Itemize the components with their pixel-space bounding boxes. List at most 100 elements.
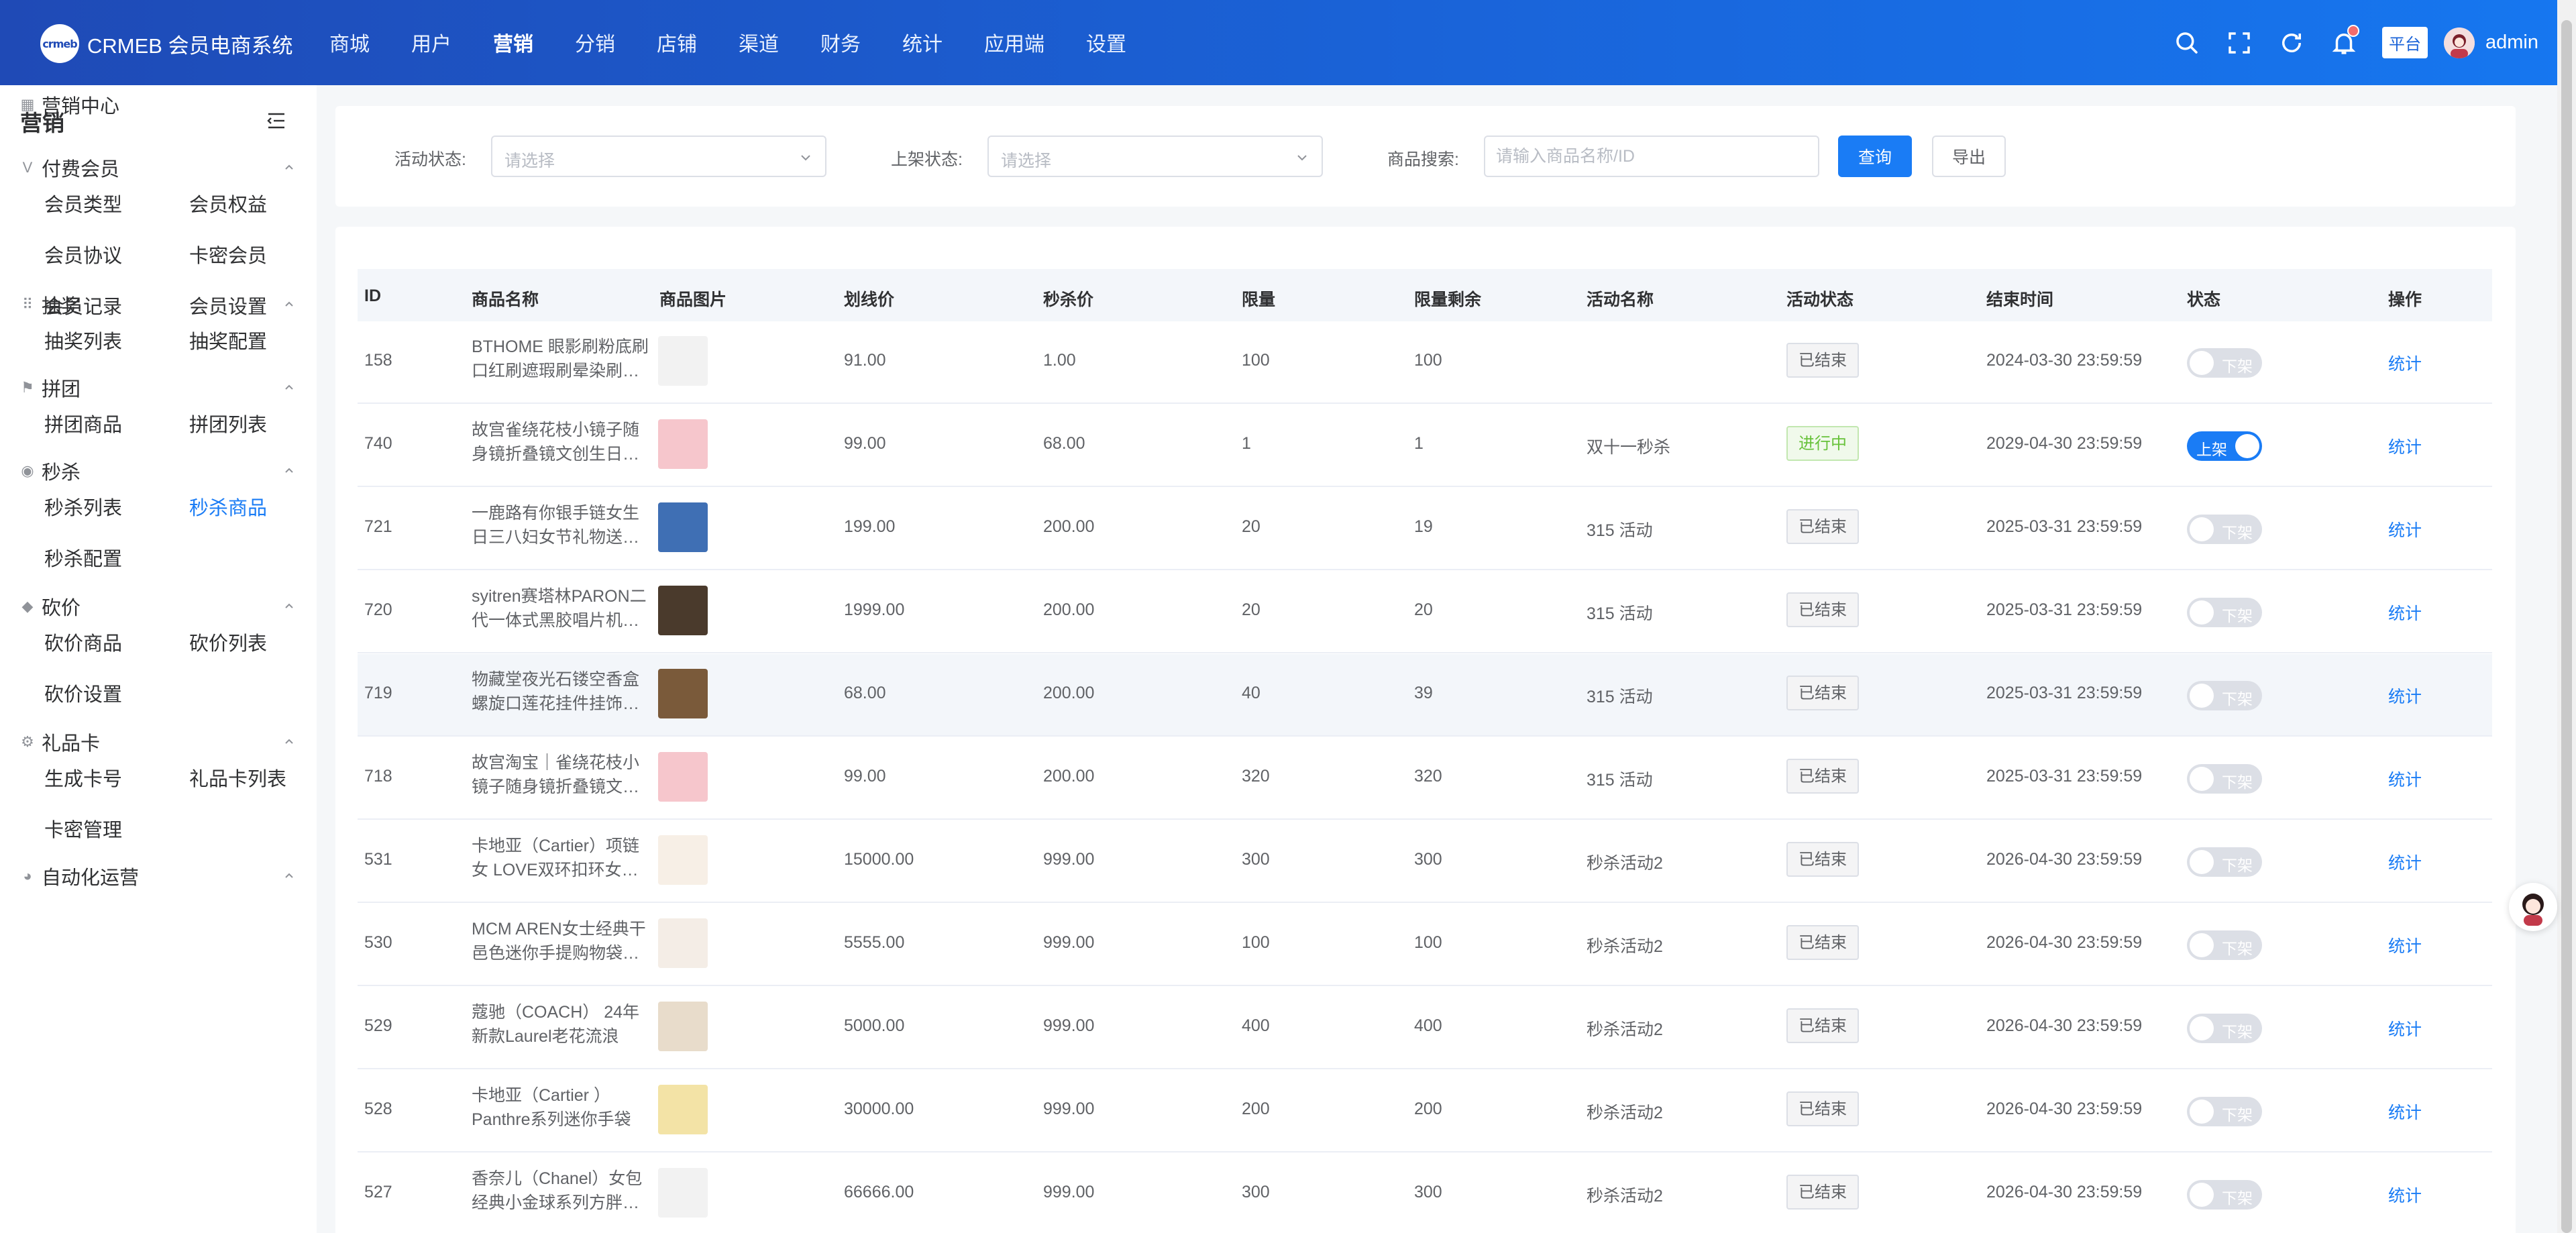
sidebar-item[interactable]: 抽奖配置 (189, 326, 267, 354)
shelf-toggle[interactable]: 下架 (2187, 764, 2262, 794)
nav-item[interactable]: 商城 (309, 0, 390, 85)
admin-name[interactable]: admin (2485, 32, 2538, 54)
stats-link[interactable]: 统计 (2388, 600, 2422, 625)
cell-activity-name: 秒杀活动2 (1587, 1187, 1663, 1205)
stats-link[interactable]: 统计 (2388, 767, 2422, 791)
shelf-toggle[interactable]: 下架 (2187, 930, 2262, 960)
product-thumbnail[interactable] (658, 1002, 708, 1051)
avatar[interactable] (2444, 27, 2475, 58)
product-thumbnail[interactable] (658, 586, 708, 635)
nav-item[interactable]: 财务 (800, 0, 881, 85)
sidebar-item[interactable]: 卡密管理 (44, 814, 122, 843)
product-thumbnail[interactable] (658, 669, 708, 718)
platform-badge[interactable]: 平台 (2382, 27, 2428, 58)
bell-icon[interactable] (2330, 24, 2359, 57)
activity-status-badge: 已结束 (1786, 1008, 1859, 1043)
sidebar-group[interactable]: ◆ 砍价 (20, 589, 297, 624)
fullscreen-icon[interactable] (2225, 29, 2253, 57)
shelf-toggle[interactable]: 下架 (2187, 681, 2262, 710)
sidebar-item[interactable]: 秒杀配置 (44, 543, 122, 572)
sidebar-group[interactable]: ⚑ 拼团 (20, 370, 297, 405)
scrollbar-thumb[interactable] (2561, 20, 2572, 1233)
stats-link[interactable]: 统计 (2388, 684, 2422, 708)
sidebar-group[interactable]: V 付费会员 (20, 150, 297, 185)
sidebar-item[interactable]: 秒杀列表 (44, 492, 122, 521)
sidebar-item[interactable]: 会员权益 (189, 189, 267, 217)
sidebar-item[interactable]: 抽奖列表 (44, 326, 122, 354)
product-thumbnail[interactable] (658, 419, 708, 469)
sidebar-item[interactable]: 生成卡号 (44, 763, 122, 792)
table-row: 720 syitren赛塔林PARON二代一体式黑胶唱片机… 1999.00 200.… (358, 571, 2492, 653)
nav-item[interactable]: 设置 (1065, 0, 1147, 85)
nav-item[interactable]: 用户 (390, 0, 472, 85)
sidebar-item[interactable]: 秒杀商品 (189, 492, 267, 521)
shelf-toggle[interactable]: 下架 (2187, 1097, 2262, 1126)
shelf-toggle[interactable]: 上架 (2187, 431, 2262, 461)
shelf-status-select[interactable]: 请选择 (987, 136, 1323, 177)
product-thumbnail[interactable] (658, 1168, 708, 1218)
cell-limit: 100 (1242, 933, 1270, 952)
refresh-icon[interactable] (2277, 29, 2306, 57)
product-thumbnail[interactable] (658, 918, 708, 968)
nav-item[interactable]: 应用端 (963, 0, 1065, 85)
toggle-label: 下架 (2222, 857, 2253, 874)
sidebar-group[interactable]: ◉ 秒杀 (20, 453, 297, 488)
stats-link[interactable]: 统计 (2388, 1016, 2422, 1040)
sidebar-group[interactable]: ◕ 自动化运营 (20, 859, 297, 894)
product-thumbnail[interactable] (658, 502, 708, 552)
table-card: ID 商品名称 商品图片 划线价 秒杀价 限量 限量剩余 活动名称 活动状态 结束时间 状态 操作 1… (335, 227, 2516, 1233)
sidebar-group[interactable]: ⠿ 抽奖 (20, 287, 297, 322)
cell-line-price: 30000.00 (844, 1100, 914, 1118)
sidebar-group[interactable]: ▦ 营销中心 (20, 87, 297, 122)
sidebar-item[interactable]: 砍价设置 (44, 679, 122, 707)
sidebar-group[interactable]: ⚙ 礼品卡 (20, 725, 297, 759)
sidebar-item[interactable]: 会员协议 (44, 240, 122, 268)
sidebar-item[interactable]: 砍价商品 (44, 628, 122, 656)
shelf-toggle[interactable]: 下架 (2187, 515, 2262, 544)
chevron-up-icon (285, 603, 293, 608)
toggle-label: 下架 (2222, 773, 2253, 791)
query-button[interactable]: 查询 (1838, 136, 1912, 177)
product-thumbnail[interactable] (658, 1085, 708, 1134)
nav-item[interactable]: 营销 (472, 0, 554, 85)
sidebar-item[interactable]: 拼团列表 (189, 409, 267, 437)
stats-link[interactable]: 统计 (2388, 1100, 2422, 1124)
cell-line-price: 5000.00 (844, 1016, 905, 1035)
sidebar-item[interactable]: 会员类型 (44, 189, 122, 217)
product-search-input[interactable] (1484, 136, 1819, 177)
table-row: 529 蔻驰（COACH） 24年新款Laurel老花流浪包… 5000.00 999… (358, 987, 2492, 1069)
page-scrollbar[interactable] (2557, 0, 2576, 1233)
shelf-toggle[interactable]: 下架 (2187, 847, 2262, 877)
product-thumbnail[interactable] (658, 835, 708, 885)
stats-link[interactable]: 统计 (2388, 351, 2422, 375)
export-button[interactable]: 导出 (1932, 136, 2006, 177)
sidebar-item[interactable]: 拼团商品 (44, 409, 122, 437)
nav-item[interactable]: 分销 (554, 0, 636, 85)
customer-service-avatar[interactable] (2509, 883, 2557, 931)
nav-item[interactable]: 渠道 (718, 0, 800, 85)
nav-item[interactable]: 统计 (881, 0, 963, 85)
stats-link[interactable]: 统计 (2388, 933, 2422, 957)
sidebar-item[interactable]: 礼品卡列表 (189, 763, 286, 792)
column-header: 秒杀价 (1043, 290, 1094, 309)
shelf-toggle[interactable]: 下架 (2187, 598, 2262, 627)
search-icon[interactable] (2173, 29, 2201, 57)
stats-link[interactable]: 统计 (2388, 517, 2422, 541)
sidebar-item[interactable]: 卡密会员 (189, 240, 267, 268)
logo[interactable]: crmeb CRMEB 会员电商系统 (40, 24, 293, 63)
cell-activity-name: 秒杀活动2 (1587, 937, 1663, 956)
sidebar-item[interactable]: 砍价列表 (189, 628, 267, 656)
activity-status-select[interactable]: 请选择 (491, 136, 826, 177)
shelf-toggle[interactable]: 下架 (2187, 1014, 2262, 1043)
stats-link[interactable]: 统计 (2388, 1183, 2422, 1207)
stats-link[interactable]: 统计 (2388, 434, 2422, 458)
stats-link[interactable]: 统计 (2388, 850, 2422, 874)
cell-line-price: 68.00 (844, 684, 886, 702)
nav-item[interactable]: 店铺 (636, 0, 718, 85)
sidebar-group-label: 营销中心 (42, 96, 120, 117)
product-thumbnail[interactable] (658, 336, 708, 386)
shelf-toggle[interactable]: 下架 (2187, 348, 2262, 378)
table-row: 530 MCM AREN女士经典干邑色迷你手提购物袋… 5555.00 999.00 1… (358, 904, 2492, 986)
product-thumbnail[interactable] (658, 752, 708, 802)
shelf-toggle[interactable]: 下架 (2187, 1180, 2262, 1210)
